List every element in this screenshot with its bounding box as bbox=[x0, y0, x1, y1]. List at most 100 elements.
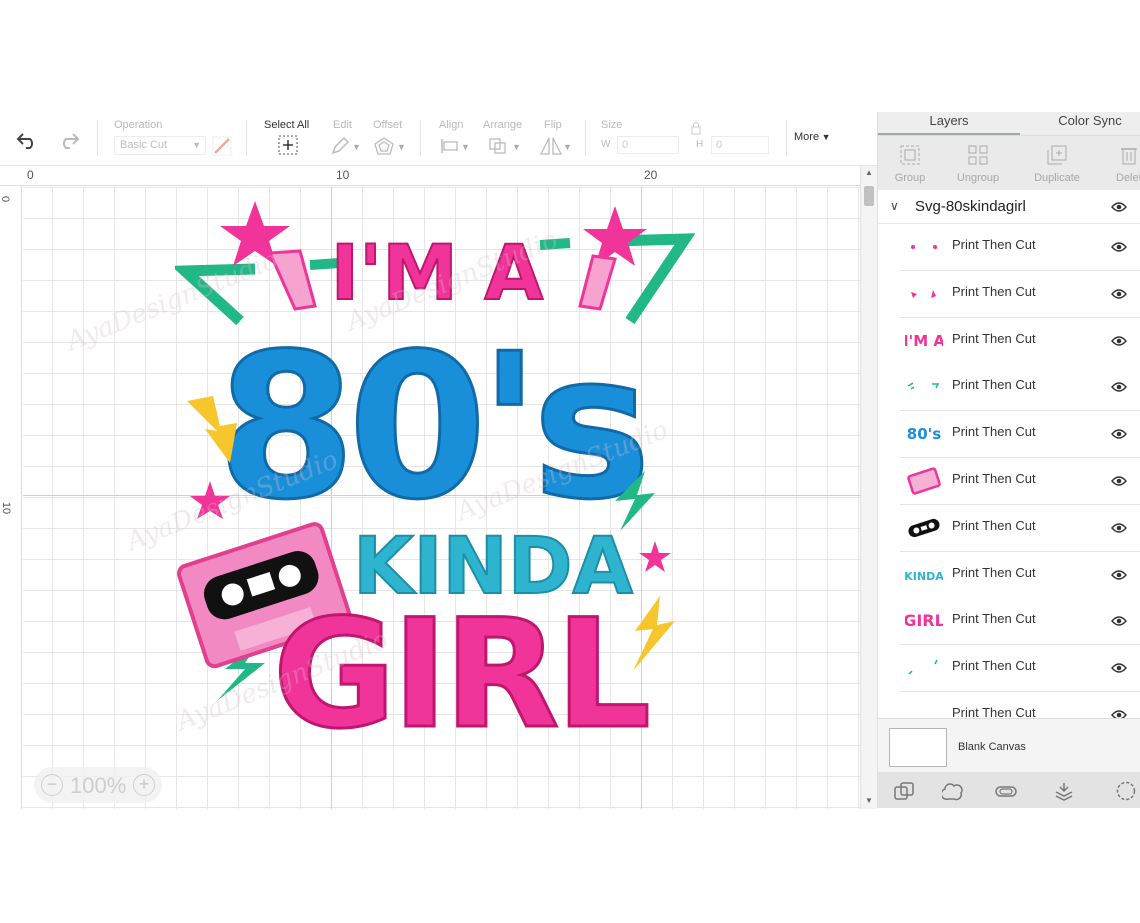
group-label: Group bbox=[894, 172, 926, 184]
operation-select[interactable]: Basic Cut ▼ bbox=[114, 136, 206, 155]
stars-icon bbox=[911, 289, 936, 298]
horizontal-ruler: 0 10 20 bbox=[0, 166, 860, 186]
eye-icon[interactable] bbox=[1111, 381, 1127, 393]
flip-label: Flip bbox=[544, 119, 562, 131]
pen-color-icon[interactable] bbox=[211, 136, 233, 156]
top-toolbar: Operation Basic Cut ▼ Select All Edit ▼ … bbox=[0, 112, 877, 165]
eye-icon[interactable] bbox=[1111, 288, 1127, 300]
zoom-in-button[interactable]: + bbox=[133, 774, 155, 796]
chevron-down-icon[interactable]: ∨ bbox=[890, 199, 899, 213]
eye-icon[interactable] bbox=[1111, 569, 1127, 581]
layer-row[interactable]: Print Then Cut bbox=[900, 224, 1140, 271]
eye-icon[interactable] bbox=[1111, 201, 1127, 213]
eye-icon[interactable] bbox=[1111, 522, 1127, 534]
layer-name: Print Then Cut bbox=[952, 705, 1036, 718]
layer-name: Print Then Cut bbox=[952, 237, 1036, 252]
pink-cassette-icon bbox=[907, 467, 941, 495]
ima-text-icon: I'M A bbox=[905, 332, 943, 350]
layer-name: Print Then Cut bbox=[952, 658, 1036, 674]
layer-name: Print Then Cut bbox=[952, 330, 1036, 346]
eye-icon[interactable] bbox=[1111, 241, 1127, 253]
layer-group[interactable]: ∨ Svg-80skindagirl bbox=[878, 190, 1140, 224]
arrange-icon[interactable] bbox=[488, 137, 508, 155]
scrollbar-thumb[interactable] bbox=[864, 186, 874, 206]
layer-name: Print Then Cut bbox=[952, 377, 1036, 393]
duplicate-button[interactable]: Duplicate bbox=[1025, 136, 1089, 191]
edit-label: Edit bbox=[333, 119, 352, 131]
layer-row[interactable]: 80's Print Then Cut bbox=[900, 411, 1140, 459]
operation-label: Operation bbox=[114, 119, 163, 131]
zoom-out-button[interactable]: − bbox=[41, 774, 63, 796]
lock-icon[interactable] bbox=[690, 121, 702, 135]
eye-icon[interactable] bbox=[1111, 475, 1127, 487]
layer-row[interactable]: I'M A Print Then Cut bbox=[900, 317, 1140, 365]
scroll-down-icon[interactable]: ▼ bbox=[865, 796, 873, 805]
layers-list[interactable]: ∨ Svg-80skindagirl Print Then Cut Print T… bbox=[878, 190, 1140, 718]
toolbar-divider bbox=[786, 120, 787, 156]
offset-icon[interactable] bbox=[374, 137, 394, 155]
panel-bottom-toolbar bbox=[878, 772, 1140, 808]
dots-icon bbox=[911, 245, 937, 249]
width-input[interactable]: 0 bbox=[617, 136, 679, 154]
contour-icon[interactable] bbox=[1115, 781, 1137, 801]
layer-row[interactable]: Print Then Cut bbox=[900, 364, 1140, 412]
attach-icon[interactable] bbox=[994, 781, 1018, 801]
delete-button[interactable]: Delete bbox=[1096, 136, 1140, 191]
eye-icon[interactable] bbox=[1111, 428, 1127, 440]
slice-icon[interactable] bbox=[893, 781, 915, 801]
select-all-icon[interactable] bbox=[277, 134, 299, 156]
vertical-scrollbar[interactable]: ▲ ▼ bbox=[860, 166, 877, 809]
artwork-line4: GIRL bbox=[273, 588, 647, 741]
yellow-bolts-icon bbox=[905, 701, 943, 718]
height-label: H bbox=[696, 139, 704, 150]
align-icon[interactable] bbox=[440, 138, 460, 154]
ungroup-label: Ungroup bbox=[956, 172, 1000, 184]
eye-icon[interactable] bbox=[1111, 615, 1127, 627]
scroll-up-icon[interactable]: ▲ bbox=[865, 168, 873, 177]
artwork-line2: 80's bbox=[217, 311, 644, 544]
height-input[interactable]: 0 bbox=[711, 136, 769, 154]
layers-panel: Layers Color Sync Group Ungroup Duplicat… bbox=[877, 112, 1140, 808]
tab-layers[interactable]: Layers bbox=[878, 112, 1020, 135]
design-space-app: Operation Basic Cut ▼ Select All Edit ▼ … bbox=[0, 112, 1140, 809]
edit-pen-icon[interactable] bbox=[330, 136, 350, 156]
eye-icon[interactable] bbox=[1111, 709, 1127, 718]
layer-row[interactable]: GIRL Print Then Cut bbox=[900, 598, 1140, 646]
layer-row[interactable]: Print Then Cut bbox=[900, 270, 1140, 318]
chevron-down-icon: ▼ bbox=[352, 142, 361, 152]
ruler-mark: 0 bbox=[27, 168, 34, 182]
eye-icon[interactable] bbox=[1111, 335, 1127, 347]
chevron-down-icon: ▼ bbox=[192, 140, 201, 150]
chevron-down-icon: ▼ bbox=[512, 142, 521, 152]
operation-value: Basic Cut bbox=[120, 139, 168, 151]
duplicate-icon bbox=[1047, 145, 1067, 165]
layer-row[interactable]: Print Then Cut bbox=[900, 458, 1140, 505]
tab-color-sync[interactable]: Color Sync bbox=[1020, 112, 1140, 135]
redo-icon[interactable] bbox=[57, 131, 81, 149]
pink-beam bbox=[578, 254, 617, 311]
weld-icon[interactable] bbox=[942, 781, 964, 801]
design-artwork[interactable]: I'M A 80's KINDA GIRL bbox=[175, 201, 695, 741]
layer-row[interactable]: KINDA Print Then Cut bbox=[900, 551, 1140, 599]
layer-name: Print Then Cut bbox=[952, 424, 1036, 440]
eye-icon[interactable] bbox=[1111, 662, 1127, 674]
undo-icon[interactable] bbox=[15, 131, 39, 149]
blank-canvas-row[interactable]: Blank Canvas bbox=[878, 718, 1140, 772]
chevron-down-icon: ▼ bbox=[563, 142, 572, 152]
layer-row[interactable]: Print Then Cut bbox=[900, 692, 1140, 718]
blank-canvas-label: Blank Canvas bbox=[958, 741, 1026, 753]
ungroup-button[interactable]: Ungroup bbox=[946, 136, 1010, 191]
green-lines-icon bbox=[907, 382, 940, 391]
flatten-icon[interactable] bbox=[1053, 781, 1075, 801]
flip-icon[interactable] bbox=[540, 136, 562, 156]
layer-name: Print Then Cut bbox=[952, 611, 1036, 627]
more-button[interactable]: More ▼ bbox=[794, 131, 830, 143]
canvas-area[interactable]: 0 10 20 0 10 ▲ ▼ I'M A 80's KINDA GIRL A… bbox=[0, 165, 877, 809]
toolbar-divider bbox=[246, 120, 247, 156]
group-button[interactable]: Group bbox=[878, 136, 942, 191]
layer-row[interactable]: Print Then Cut bbox=[900, 645, 1140, 693]
layer-row[interactable]: Print Then Cut bbox=[900, 504, 1140, 552]
offset-label: Offset bbox=[373, 119, 403, 131]
blank-canvas-swatch[interactable] bbox=[889, 728, 947, 767]
chevron-down-icon: ▼ bbox=[397, 142, 406, 152]
